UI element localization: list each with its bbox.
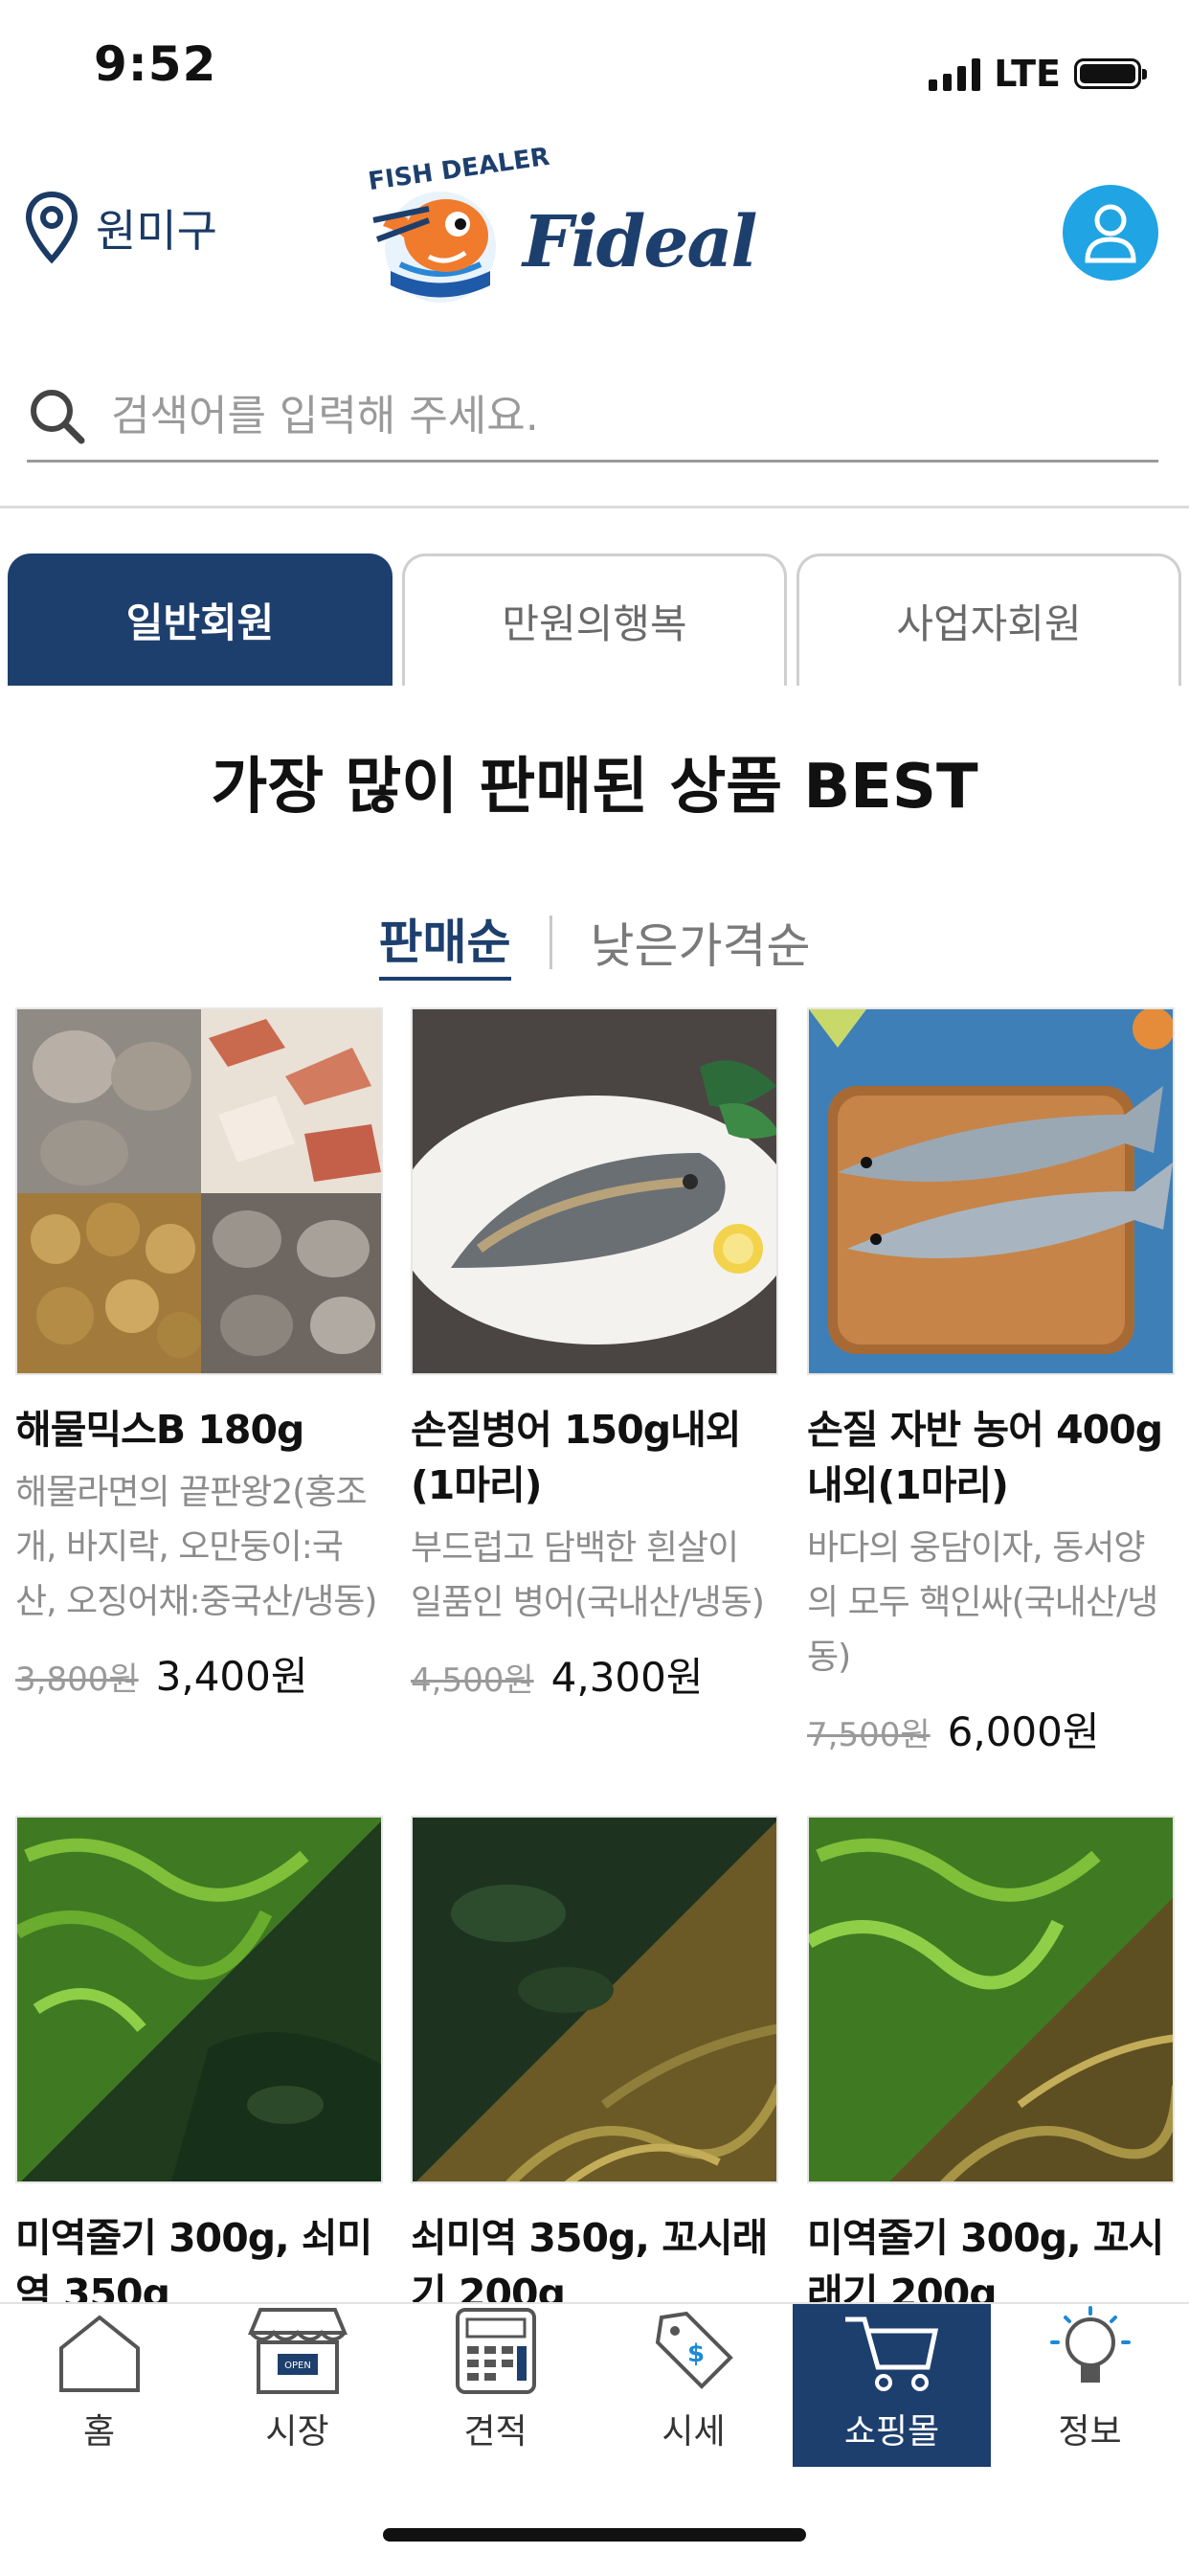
nav-label: 견적 [463,2412,527,2452]
network-label: LTE [994,53,1061,95]
original-price: 4,500원 [411,1661,534,1700]
location-label: 원미구 [96,205,217,257]
tab-happiness[interactable]: 만원의행복 [402,554,787,686]
product-name: 해물믹스B 180g [15,1407,304,1453]
svg-text:$: $ [686,2339,704,2368]
signal-icon [929,56,981,91]
location-selector[interactable]: 원미구 [25,192,217,264]
profile-button[interactable] [1063,185,1158,281]
original-price: 3,800원 [15,1661,139,1699]
market-icon: OPEN [247,2308,348,2394]
search-input[interactable] [109,390,1070,441]
product-name: 손질 자반 농어 400g내외(1마리) [807,1407,1163,1508]
nav-estimate[interactable]: 견적 [396,2304,594,2467]
nav-info[interactable]: 정보 [991,2304,1189,2467]
product-card[interactable]: 미역줄기 300g, 꼬시래기 200g [807,1816,1175,2321]
tab-regular-member[interactable]: 일반회원 [8,554,393,686]
nav-home[interactable]: 홈 [0,2304,198,2467]
nav-market[interactable]: OPEN 시장 [198,2304,396,2467]
product-description: 바다의 웅담이자, 동서양의 모두 핵인싸(국내산/냉동) [807,1528,1158,1677]
logo-wordmark: Fideal [523,201,758,283]
price-tag-icon: $ [655,2311,733,2389]
product-card[interactable]: 손질병어 150g내외(1마리) 부드럽고 담백한 흰살이 일품인 병어(국내산… [411,1007,778,1704]
product-price: 4,500원 4,300원 [411,1645,778,1704]
product-image-seafood-mix [15,1007,383,1375]
tab-business-member[interactable]: 사업자회원 [796,554,1181,686]
sort-separator [549,915,552,969]
sort-by-sales[interactable]: 판매순 [378,904,511,981]
search-bar[interactable] [27,372,1158,463]
nav-label: 쇼핑몰 [843,2412,940,2452]
product-price: 3,800원 3,400원 [15,1644,383,1703]
product-image-seaweed [15,1816,383,2183]
product-price: 7,500원 6,000원 [807,1700,1175,1758]
lightbulb-icon [1049,2306,1131,2383]
product-image-seaweed-mix [411,1816,778,2183]
nav-shopping-mall[interactable]: 쇼핑몰 [793,2304,991,2467]
product-image-sea-bass [807,1007,1175,1375]
product-image-seaweed-stem-mix [807,1816,1175,2183]
header-divider [0,506,1189,508]
product-card[interactable]: 쇠미역 350g, 꼬시래기 200g [411,1816,778,2321]
home-indicator[interactable] [383,2528,806,2542]
status-time: 9:52 [94,36,217,92]
section-title: 가장 많이 판매된 상품 BEST [211,752,978,823]
search-icon [31,390,85,444]
product-description: 부드럽고 담백한 흰살이 일품인 병어(국내산/냉동) [411,1528,765,1622]
nav-label: 시세 [662,2412,726,2452]
open-badge: OPEN [284,2361,311,2371]
product-name: 손질병어 150g내외(1마리) [411,1407,742,1508]
sale-price: 3,400원 [155,1653,308,1700]
location-pin-icon [25,192,79,264]
nav-label: 시장 [265,2412,329,2452]
home-icon [58,2315,140,2392]
user-icon [1085,204,1136,263]
sort-by-low-price[interactable]: 낮은가격순 [591,908,811,977]
fideal-logo[interactable]: FISH DEALER Fideal [362,143,764,314]
product-image-butterfish [411,1007,778,1375]
product-card[interactable]: 해물믹스B 180g 해물라면의 끝판왕2(홍조개, 바지락, 오만둥이:국산,… [15,1007,383,1703]
cart-icon [844,2316,938,2391]
nav-label: 홈 [82,2412,116,2452]
original-price: 7,500원 [807,1716,931,1754]
product-description: 해물라면의 끝판왕2(홍조개, 바지락, 오만둥이:국산, 오징어채:중국산/냉… [15,1473,377,1621]
product-card[interactable]: 미역줄기 300g, 쇠미역 350g [15,1816,383,2321]
status-indicators: LTE [929,50,1147,98]
sort-options: 판매순 낮은가격순 [0,904,1189,981]
sale-price: 6,000원 [947,1708,1100,1755]
nav-label: 정보 [1058,2412,1122,2452]
sale-price: 4,300원 [550,1654,704,1701]
calculator-icon [455,2308,536,2394]
product-card[interactable]: 손질 자반 농어 400g내외(1마리) 바다의 웅담이자, 동서양의 모두 핵… [807,1007,1175,1758]
nav-market-price[interactable]: $ 시세 [594,2304,793,2467]
battery-icon [1074,58,1147,89]
